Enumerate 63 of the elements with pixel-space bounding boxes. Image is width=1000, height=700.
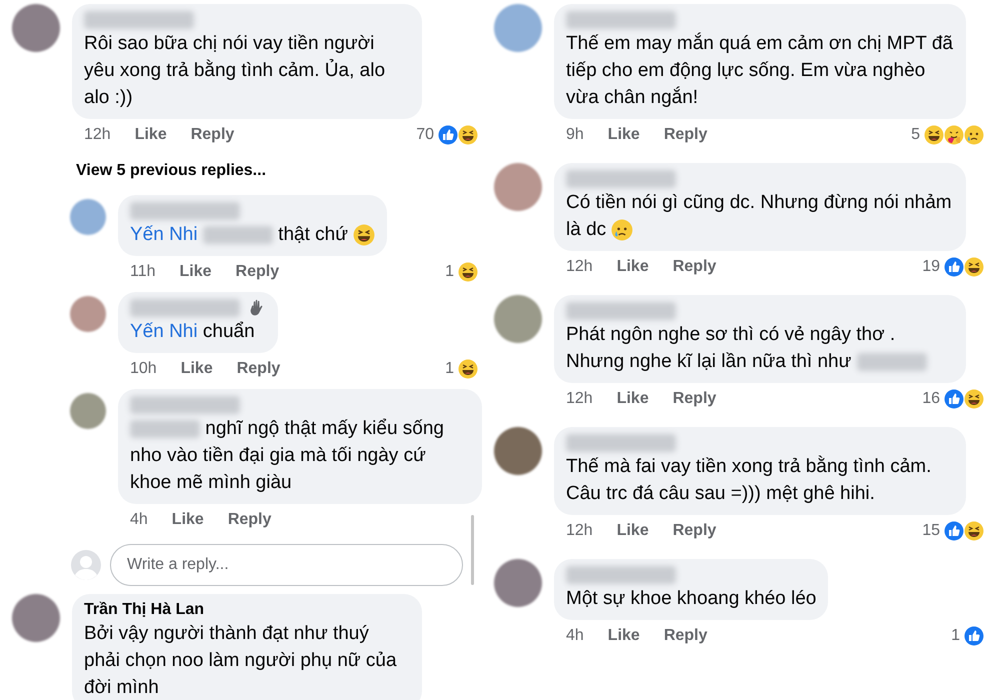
like-link[interactable]: Like bbox=[616, 519, 649, 543]
reaction-count[interactable]: 70 bbox=[416, 123, 434, 147]
comment-time[interactable]: 11h bbox=[130, 260, 156, 284]
like-link[interactable]: Like bbox=[616, 255, 649, 279]
comment-text: Rôi sao bữa chị nói vay tiền người yêu xong trả bằng tình cảm. Ủa, alo alo :)) bbox=[84, 32, 386, 110]
commenter-name[interactable]: Trần Thị Hà Lan bbox=[84, 598, 204, 622]
comment-time[interactable]: 4h bbox=[566, 624, 584, 648]
reaction-count[interactable]: 5 bbox=[911, 123, 920, 147]
like-link[interactable]: Like bbox=[172, 508, 204, 532]
avatar[interactable] bbox=[494, 4, 542, 52]
comment-time[interactable]: 12h bbox=[566, 519, 593, 543]
avatar[interactable] bbox=[70, 393, 106, 429]
comment-text: Yến Nhi thật chứ bbox=[130, 221, 376, 248]
comment-text: nghĩ ngộ thật mấy kiểu sống nho vào tiền đại gia mà tối ngày cứ khoe mẽ mình giàu bbox=[130, 417, 445, 495]
reaction-count[interactable]: 19 bbox=[922, 255, 940, 279]
reaction-count[interactable]: 15 bbox=[922, 519, 940, 543]
comment-text: Một sự khoe khoang khéo léo bbox=[566, 587, 816, 611]
like-link[interactable]: Like bbox=[608, 624, 640, 648]
comment-text: Có tiền nói gì cũng dc. Nhưng đừng nói nhảm là dc bbox=[566, 191, 953, 243]
reaction-count[interactable]: 1 bbox=[445, 260, 454, 284]
reply-link[interactable]: Reply bbox=[672, 519, 716, 543]
comment-time[interactable]: 10h bbox=[130, 357, 157, 381]
reaction-count[interactable]: 16 bbox=[922, 387, 940, 411]
avatar[interactable] bbox=[70, 296, 106, 332]
reply-link[interactable]: Reply bbox=[236, 357, 280, 381]
comment-time[interactable]: 9h bbox=[566, 123, 584, 147]
reply-link[interactable]: Reply bbox=[664, 123, 708, 147]
reaction-count[interactable]: 1 bbox=[445, 357, 454, 381]
comment-time[interactable]: 12h bbox=[84, 123, 111, 147]
reply-link[interactable]: Reply bbox=[190, 123, 234, 147]
comment-text: Thế em may mắn quá em cảm ơn chị MPT đã tiếp cho em động lực sống. Em vừa nghèo vừa chân ngắn! bbox=[566, 32, 954, 110]
avatar[interactable] bbox=[494, 559, 542, 607]
blurred-text bbox=[130, 420, 200, 438]
like-link[interactable]: Like bbox=[180, 357, 213, 381]
comment-text: Phát ngôn nghe sơ thì có vẻ ngây thơ . Nhưng nghe kĩ lại lần nữa thì như bbox=[566, 321, 954, 375]
blurred-text bbox=[202, 226, 273, 244]
like-link[interactable]: Like bbox=[608, 123, 640, 147]
reaction-count[interactable]: 1 bbox=[951, 624, 960, 648]
avatar[interactable] bbox=[494, 163, 542, 211]
user-silhouette-icon bbox=[70, 549, 102, 581]
avatar[interactable] bbox=[12, 594, 60, 642]
comment-text: Yến Nhi chuẩn bbox=[130, 320, 256, 344]
reply-link[interactable]: Reply bbox=[664, 624, 708, 648]
view-replies-link[interactable]: View 5 previous replies... bbox=[76, 159, 266, 183]
comment-time[interactable]: 12h bbox=[566, 387, 593, 411]
comment-time[interactable]: 4h bbox=[130, 508, 148, 532]
reply-link[interactable]: Reply bbox=[672, 387, 716, 411]
reply-link[interactable]: Reply bbox=[672, 255, 716, 279]
avatar[interactable] bbox=[70, 199, 106, 235]
blurred-text bbox=[856, 352, 927, 371]
like-link[interactable]: Like bbox=[180, 260, 212, 284]
like-link[interactable]: Like bbox=[616, 387, 649, 411]
avatar[interactable] bbox=[494, 295, 542, 343]
reply-link[interactable]: Reply bbox=[236, 260, 280, 284]
comment-text: Bởi vậy người thành đạt như thuý phải chọn noo làm người phụ nữ của đời mình bbox=[84, 622, 398, 700]
reply-link[interactable]: Reply bbox=[228, 508, 272, 532]
avatar[interactable] bbox=[12, 4, 60, 52]
scrollbar[interactable] bbox=[471, 515, 474, 585]
comment-time[interactable]: 12h bbox=[566, 255, 593, 279]
like-link[interactable]: Like bbox=[134, 123, 167, 147]
comment-text: Thế mà fai vay tiền xong trả bằng tình cảm. Câu trc đá câu sau =))) mệt ghê hihi. bbox=[566, 454, 932, 506]
avatar[interactable] bbox=[494, 427, 542, 475]
reply-input-field[interactable]: Write a reply... bbox=[110, 544, 463, 586]
